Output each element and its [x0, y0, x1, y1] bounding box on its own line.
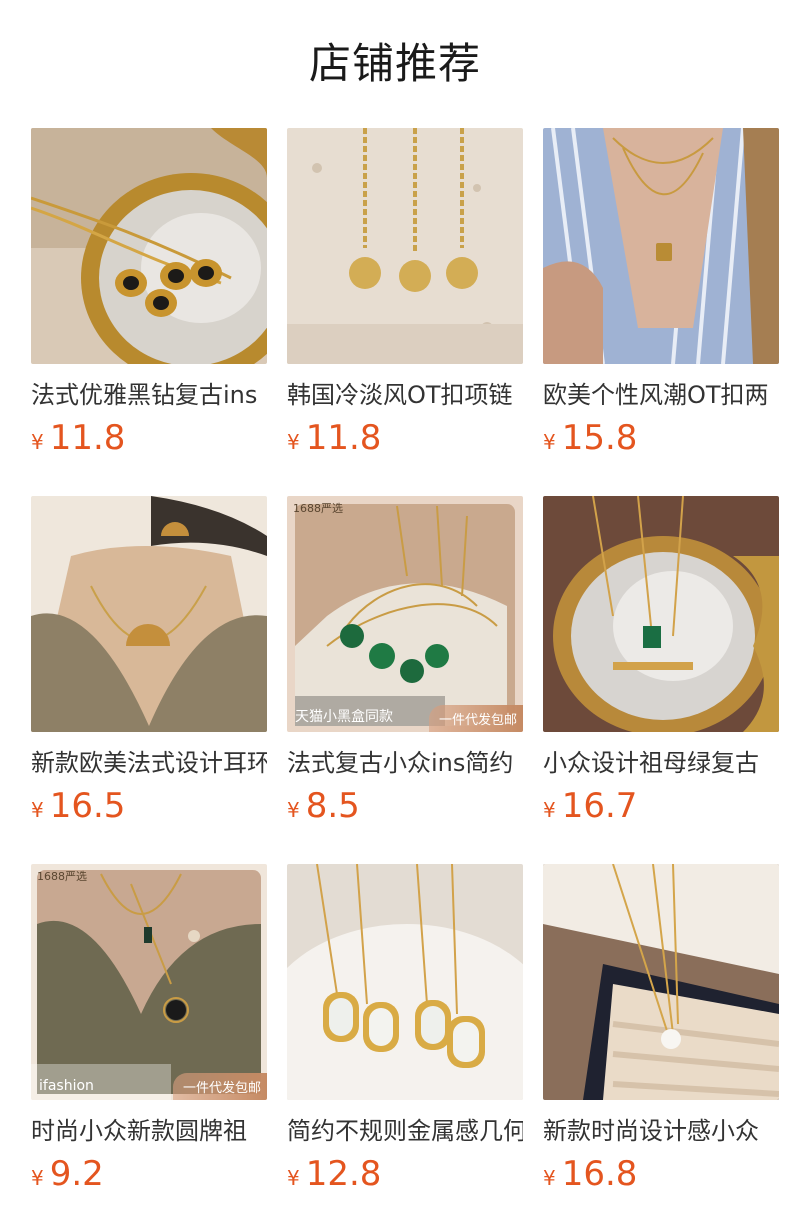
- price-value: 15.8: [561, 418, 638, 458]
- product-card[interactable]: 韩国冷淡风OT扣项链 ¥11.8: [287, 128, 523, 466]
- product-image[interactable]: [543, 128, 779, 364]
- price-value: 8.5: [305, 786, 360, 826]
- product-name[interactable]: 新款欧美法式设计耳环: [31, 746, 267, 780]
- badge-free-shipping: 一件代发包邮: [172, 1073, 267, 1100]
- product-price: ¥12.8: [287, 1152, 523, 1202]
- product-price: ¥16.5: [31, 784, 267, 834]
- currency-symbol: ¥: [287, 798, 300, 822]
- product-card[interactable]: 小众设计祖母绿复古 ¥16.7: [543, 496, 779, 834]
- badge-ifashion: ifashion: [39, 1078, 94, 1094]
- currency-symbol: ¥: [31, 430, 44, 454]
- product-price: ¥9.2: [31, 1152, 267, 1202]
- product-card[interactable]: 1688严选 天猫小黑盒同款 一件代发包邮 法式复古小众ins简约 ¥8.5: [287, 496, 523, 834]
- product-card[interactable]: 简约不规则金属感几何 ¥12.8: [287, 864, 523, 1202]
- product-name[interactable]: 新款时尚设计感小众: [543, 1114, 779, 1148]
- currency-symbol: ¥: [287, 430, 300, 454]
- product-name[interactable]: 简约不规则金属感几何: [287, 1114, 523, 1148]
- product-name[interactable]: 时尚小众新款圆牌祖: [31, 1114, 267, 1148]
- product-price: ¥16.8: [543, 1152, 779, 1202]
- currency-symbol: ¥: [31, 798, 44, 822]
- product-price: ¥8.5: [287, 784, 523, 834]
- price-value: 16.7: [561, 786, 638, 826]
- badge-1688-selected: 1688严选: [37, 870, 87, 883]
- price-value: 11.8: [49, 418, 126, 458]
- product-name[interactable]: 法式优雅黑钻复古ins: [31, 378, 267, 412]
- currency-symbol: ¥: [287, 1166, 300, 1190]
- product-price: ¥11.8: [31, 416, 267, 466]
- currency-symbol: ¥: [543, 798, 556, 822]
- product-name[interactable]: 法式复古小众ins简约: [287, 746, 523, 780]
- product-image[interactable]: [31, 496, 267, 732]
- badge-1688-selected: 1688严选: [293, 502, 343, 515]
- product-image[interactable]: [287, 864, 523, 1100]
- product-card[interactable]: 新款欧美法式设计耳环 ¥16.5: [31, 496, 267, 834]
- product-grid: 法式优雅黑钻复古ins ¥11.8 韩国冷淡风OT扣项链 ¥11.8 欧美个性风…: [0, 0, 790, 1232]
- product-image[interactable]: [287, 128, 523, 364]
- currency-symbol: ¥: [543, 430, 556, 454]
- product-card[interactable]: 1688严选 ifashion 一件代发包邮 时尚小众新款圆牌祖 ¥9.2: [31, 864, 267, 1202]
- product-price: ¥16.7: [543, 784, 779, 834]
- badge-free-shipping: 一件代发包邮: [428, 705, 523, 732]
- product-image[interactable]: [543, 864, 779, 1100]
- price-value: 16.5: [49, 786, 126, 826]
- product-price: ¥15.8: [543, 416, 779, 466]
- currency-symbol: ¥: [31, 1166, 44, 1190]
- currency-symbol: ¥: [543, 1166, 556, 1190]
- product-card[interactable]: 法式优雅黑钻复古ins ¥11.8: [31, 128, 267, 466]
- price-value: 9.2: [49, 1154, 104, 1194]
- badge-tmall-same-style: 天猫小黑盒同款: [295, 709, 393, 725]
- product-card[interactable]: 新款时尚设计感小众 ¥16.8: [543, 864, 779, 1202]
- product-image[interactable]: 1688严选 ifashion 一件代发包邮: [31, 864, 267, 1100]
- price-value: 11.8: [305, 418, 382, 458]
- product-image[interactable]: [31, 128, 267, 364]
- price-value: 16.8: [561, 1154, 638, 1194]
- product-image[interactable]: [543, 496, 779, 732]
- product-name[interactable]: 欧美个性风潮OT扣两: [543, 378, 779, 412]
- price-value: 12.8: [305, 1154, 382, 1194]
- product-name[interactable]: 小众设计祖母绿复古: [543, 746, 779, 780]
- product-image[interactable]: 1688严选 天猫小黑盒同款 一件代发包邮: [287, 496, 523, 732]
- product-card[interactable]: 欧美个性风潮OT扣两 ¥15.8: [543, 128, 779, 466]
- product-price: ¥11.8: [287, 416, 523, 466]
- product-name[interactable]: 韩国冷淡风OT扣项链: [287, 378, 523, 412]
